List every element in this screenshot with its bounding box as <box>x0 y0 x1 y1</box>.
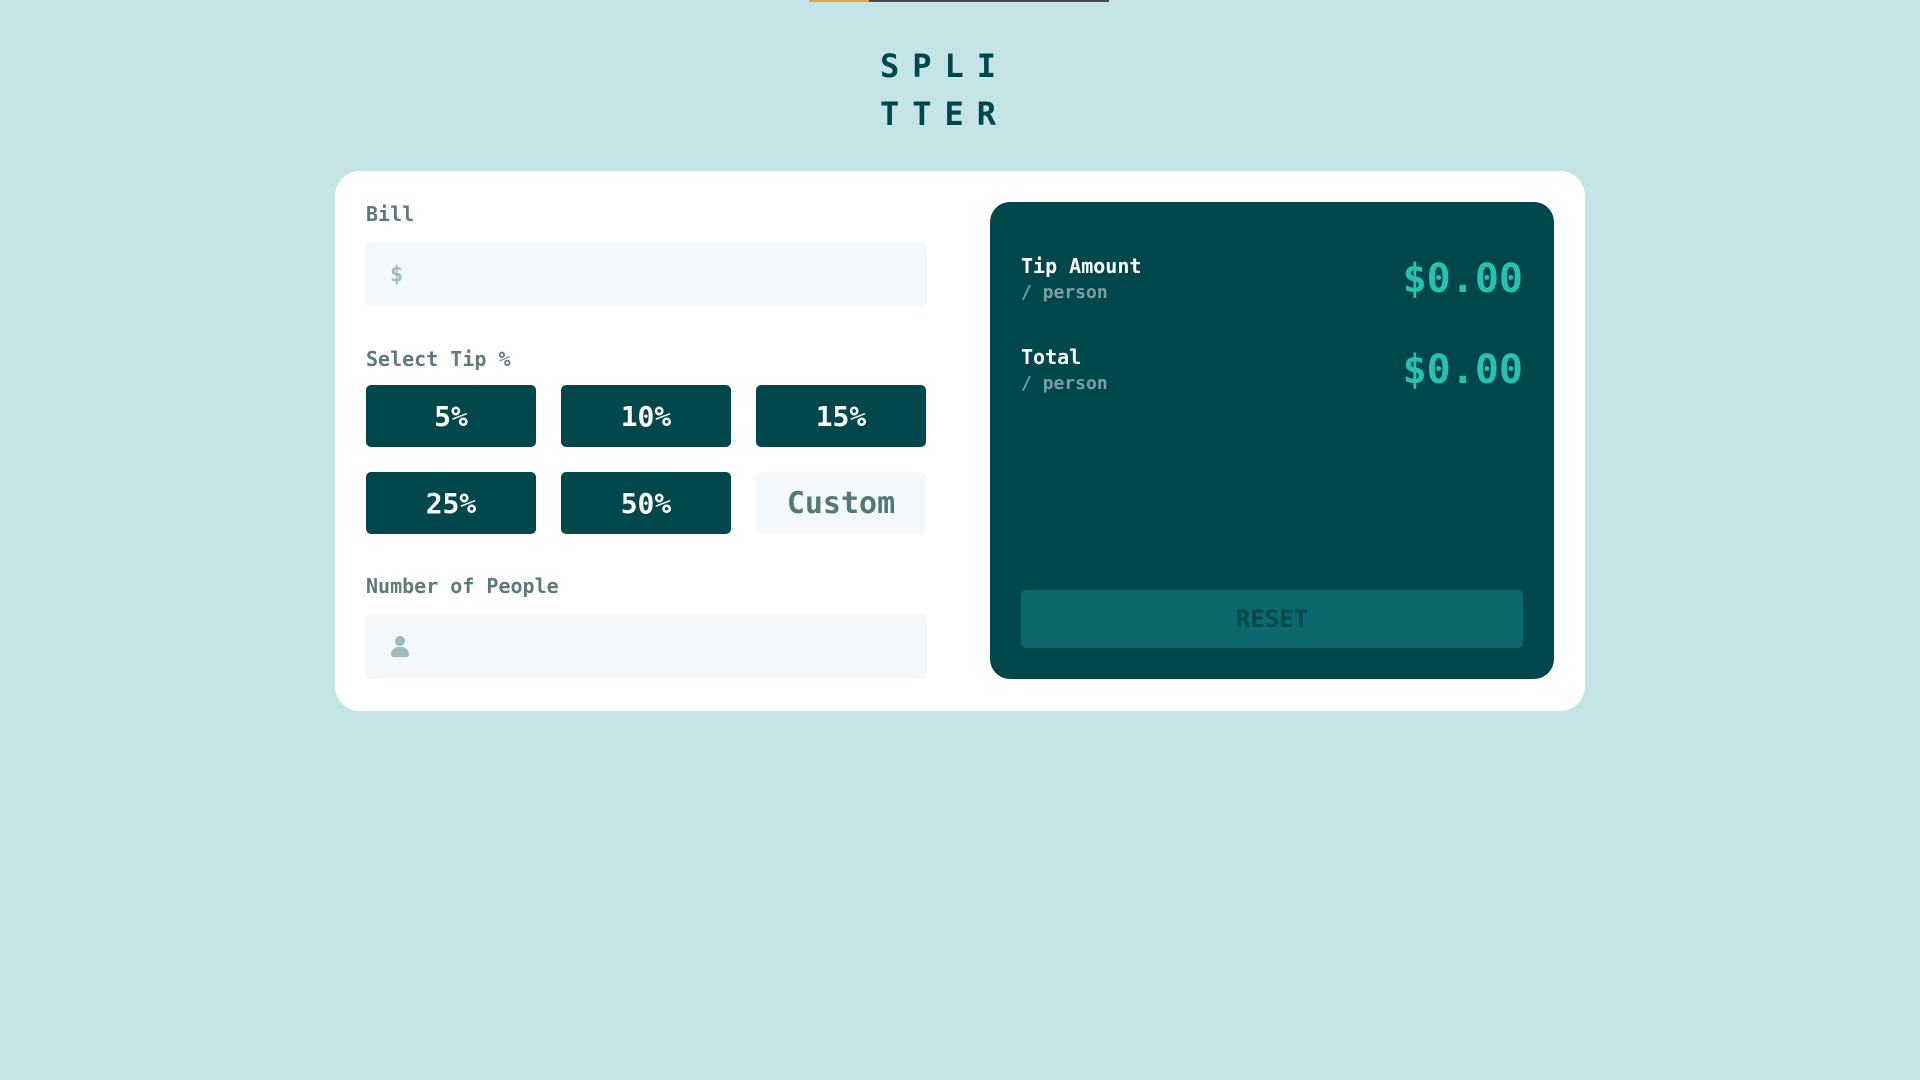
results-panel: Tip Amount / person $0.00 Total / person… <box>990 202 1554 679</box>
tip-button-25[interactable]: 25% <box>366 472 536 534</box>
tip-button-50[interactable]: 50% <box>561 472 731 534</box>
tip-amount-value: $0.00 <box>1402 256 1523 302</box>
bill-label: Bill <box>366 202 415 226</box>
reset-button[interactable]: RESET <box>1021 590 1523 648</box>
top-line-accent <box>809 0 869 2</box>
tip-options: 5% 10% 15% 25% 50% Custom <box>366 385 927 534</box>
tip-button-15[interactable]: 15% <box>756 385 926 447</box>
total-value: $0.00 <box>1402 347 1523 393</box>
bill-input[interactable] <box>366 242 927 307</box>
custom-tip-input[interactable]: Custom <box>756 472 926 534</box>
total-row: Total / person $0.00 <box>1021 345 1523 405</box>
bill-field[interactable]: $ <box>366 242 927 307</box>
app-logo: SPLI TTER <box>880 42 1020 138</box>
tip-amount-row: Tip Amount / person $0.00 <box>1021 254 1523 314</box>
logo-line-1: SPLI <box>880 47 1010 85</box>
top-decorative-line <box>809 0 1109 2</box>
tip-button-5[interactable]: 5% <box>366 385 536 447</box>
people-label: Number of People <box>366 574 559 598</box>
logo-line-2: TTER <box>880 95 1010 133</box>
calculator-card: Bill $ Select Tip % 5% 10% 15% 25% 50% C… <box>335 171 1585 711</box>
input-panel: Bill $ Select Tip % 5% 10% 15% 25% 50% C… <box>366 202 927 679</box>
tip-button-10[interactable]: 10% <box>561 385 731 447</box>
people-input[interactable] <box>366 614 927 679</box>
people-field[interactable] <box>366 614 927 679</box>
select-tip-label: Select Tip % <box>366 347 511 371</box>
